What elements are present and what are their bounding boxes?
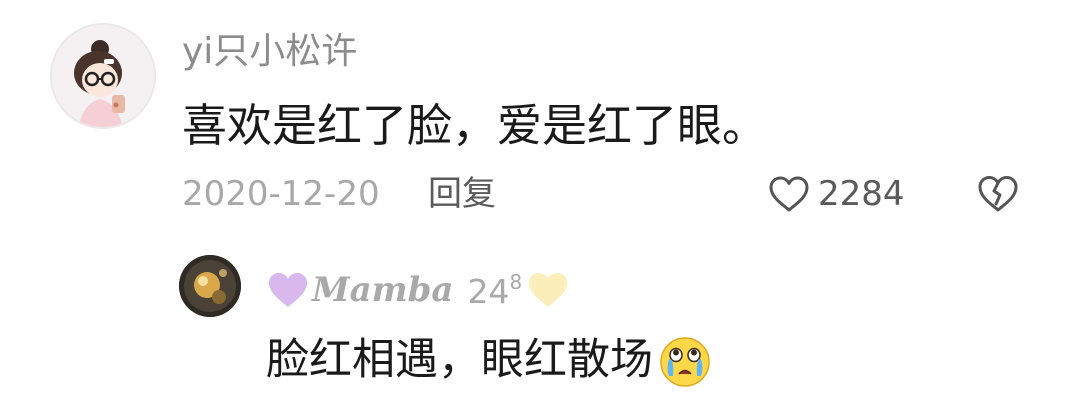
like-button[interactable]: 2284 <box>768 172 905 216</box>
reply-username-number: 248 <box>467 270 522 311</box>
purple-heart-icon <box>269 273 307 307</box>
comment-thread: yi只小松许 喜欢是红了脸，爱是红了眼。 2020-12-20 回复 2284 … <box>0 0 1080 402</box>
reply-text: 脸红相遇，眼红散场 <box>266 335 653 385</box>
reply-avatar[interactable] <box>179 255 241 317</box>
reply-username-number-text: 24 <box>467 271 510 311</box>
comment-text: 喜欢是红了脸，爱是红了眼。 <box>182 99 768 152</box>
reply-username: Mamba <box>312 270 454 310</box>
broken-heart-icon <box>978 176 1018 212</box>
avatar[interactable] <box>50 23 156 129</box>
heart-outline-icon <box>769 176 809 212</box>
dislike-button[interactable] <box>977 174 1019 214</box>
reply-username-superscript: 8 <box>509 269 523 294</box>
reply-username-row[interactable]: Mamba 248 <box>266 266 570 314</box>
comment-username[interactable]: yi只小松许 <box>182 30 357 74</box>
yellow-heart-icon <box>529 273 568 307</box>
avatar-illustration <box>52 25 154 127</box>
avatar-illustration <box>179 255 241 317</box>
reply-text-row: 脸红相遇，眼红散场 <box>266 332 713 388</box>
like-count: 2284 <box>818 174 905 214</box>
comment-date: 2020-12-20 <box>182 174 380 214</box>
crying-face-emoji <box>660 337 710 387</box>
reply-button[interactable]: 回复 <box>428 172 496 216</box>
